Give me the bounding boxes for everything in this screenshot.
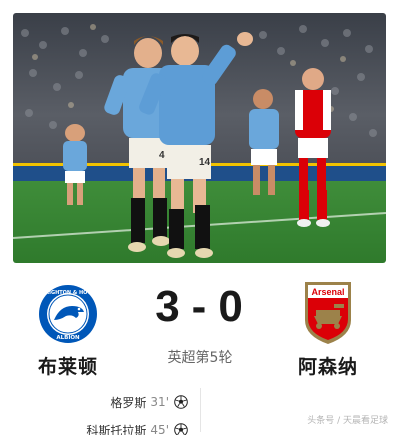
goal-scorers-list: 格罗斯 31' 科斯托拉斯 45'	[86, 388, 188, 435]
scorer-name: 科斯托拉斯	[86, 423, 147, 435]
svg-text:Arsenal: Arsenal	[311, 287, 344, 297]
scorer-name: 格罗斯	[110, 395, 147, 410]
celebration-photo: 4 14	[13, 13, 386, 263]
svg-text:BRIGHTON & HOVE: BRIGHTON & HOVE	[41, 290, 95, 296]
away-score: 0	[218, 282, 245, 331]
football-icon	[174, 395, 188, 409]
svg-text:ALBION: ALBION	[56, 335, 80, 341]
brighton-crest-icon[interactable]: BRIGHTON & HOVE ALBION	[38, 284, 98, 344]
scorer-row: 格罗斯 31'	[86, 388, 188, 416]
goal-minute: 31'	[150, 395, 169, 409]
home-score: 3	[155, 282, 182, 331]
scorer-row: 科斯托拉斯 45'	[86, 416, 188, 435]
arsenal-crest-icon[interactable]: Arsenal	[302, 280, 354, 346]
goal-minute: 45'	[150, 423, 169, 435]
match-card[interactable]: BRIGHTON & HOVE ALBION 布莱顿 3-0 英超第5轮 Ars…	[0, 270, 400, 435]
competition-round: 英超第5轮	[167, 350, 233, 366]
score-separator: -	[191, 282, 209, 331]
home-team-name[interactable]: 布莱顿	[18, 352, 118, 379]
svg-text:14: 14	[199, 157, 211, 168]
watermark: 头条号 / 天晨看足球	[307, 416, 388, 426]
scorers-divider	[200, 388, 201, 432]
final-score: 3-0	[130, 282, 270, 332]
match-photo: 4 14	[13, 13, 386, 263]
football-icon	[174, 423, 188, 435]
svg-text:4: 4	[159, 150, 165, 161]
away-team-name[interactable]: 阿森纳	[278, 352, 378, 379]
